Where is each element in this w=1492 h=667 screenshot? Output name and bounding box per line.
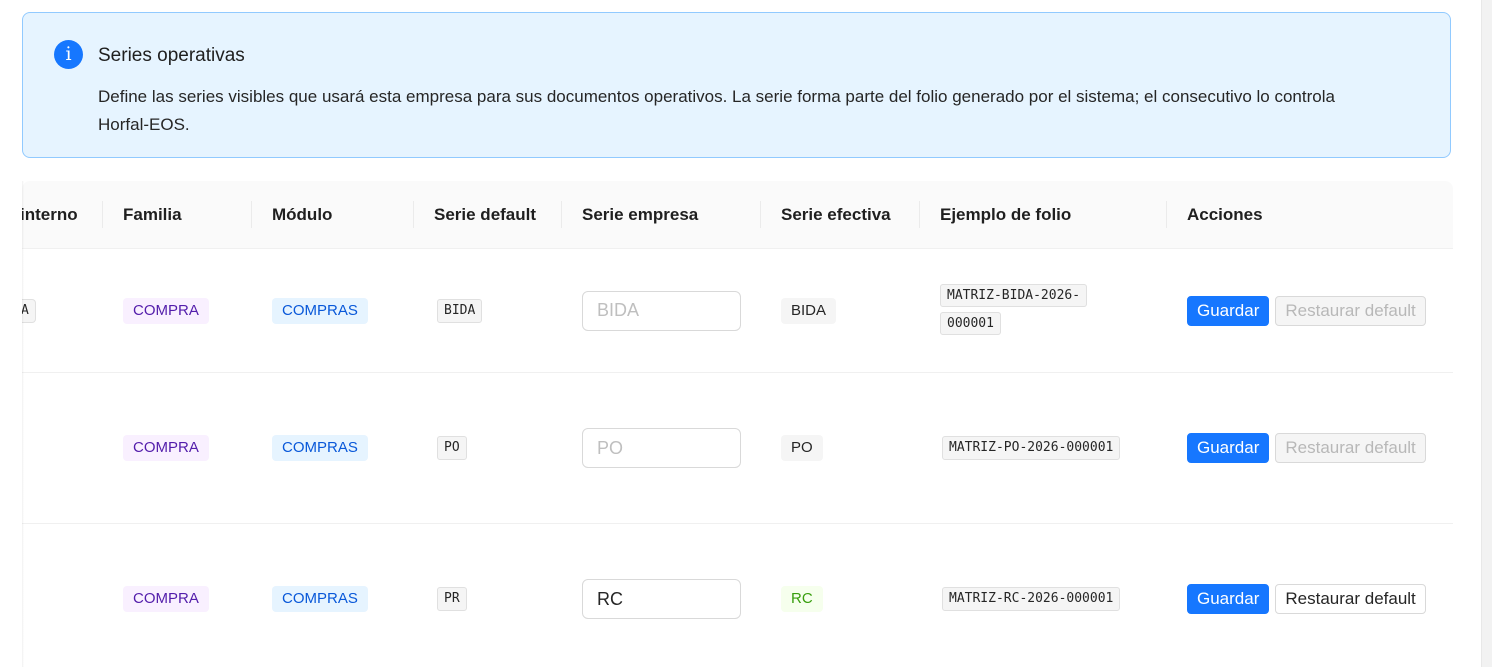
serie-efectiva-tag: RC xyxy=(781,586,823,612)
column-header-ejemplo-folio: Ejemplo de folio xyxy=(940,205,1072,224)
modulo-cell: COMPRAS xyxy=(272,297,368,324)
serie-efectiva-cell: RC xyxy=(781,586,823,612)
column-separator xyxy=(251,201,252,228)
interno-code: A xyxy=(22,298,36,323)
column-separator xyxy=(919,201,920,228)
interno-cell: A xyxy=(22,298,36,323)
serie-empresa-cell xyxy=(582,290,741,331)
serie-default-code: BIDA xyxy=(437,298,483,323)
column-separator xyxy=(1166,201,1167,228)
serie-empresa-cell xyxy=(582,428,741,468)
table-row: COMPRA COMPRAS PO PO MATRIZ-PO-2026-0000… xyxy=(22,373,1453,524)
series-table[interactable]: interno Familia Módulo Serie default Ser… xyxy=(22,181,1453,667)
guardar-button[interactable]: Guardar xyxy=(1187,433,1270,463)
table-row: COMPRA COMPRAS PR RC MATRIZ-RC-2026-0000… xyxy=(22,524,1453,667)
familia-cell: COMPRA xyxy=(123,435,209,461)
actions-cell: Guardar Restaurar default xyxy=(1187,295,1426,326)
serie-empresa-input[interactable] xyxy=(582,290,741,331)
familia-cell: COMPRA xyxy=(123,586,209,612)
serie-default-cell: BIDA xyxy=(437,298,483,323)
column-header-familia: Familia xyxy=(123,205,182,224)
actions-cell: Guardar Restaurar default xyxy=(1187,584,1426,614)
serie-default-code: PO xyxy=(437,436,467,460)
guardar-button[interactable]: Guardar xyxy=(1187,295,1270,326)
familia-tag: COMPRA xyxy=(123,297,209,324)
page: i Series operativas Define las series vi… xyxy=(0,0,1482,667)
vertical-scrollbar[interactable] xyxy=(1481,0,1492,667)
column-header-modulo: Módulo xyxy=(272,205,333,224)
serie-efectiva-cell: PO xyxy=(781,435,823,461)
guardar-button[interactable]: Guardar xyxy=(1187,584,1270,614)
modulo-tag: COMPRAS xyxy=(272,586,368,612)
serie-efectiva-cell: BIDA xyxy=(781,297,837,324)
column-header-interno: interno xyxy=(22,205,78,224)
serie-efectiva-tag: BIDA xyxy=(781,297,837,324)
serie-empresa-input[interactable] xyxy=(582,428,741,468)
folio-code: MATRIZ-BIDA-2026- 000001 xyxy=(940,284,1088,335)
modulo-tag: COMPRAS xyxy=(272,435,368,461)
table-header: interno Familia Módulo Serie default Ser… xyxy=(22,181,1453,249)
info-alert: i Series operativas Define las series vi… xyxy=(22,12,1451,158)
folio-example: MATRIZ-RC-2026-000001 xyxy=(942,587,1121,611)
familia-tag: COMPRA xyxy=(123,435,209,461)
restaurar-default-button[interactable]: Restaurar default xyxy=(1275,295,1426,326)
column-separator xyxy=(760,201,761,228)
info-icon: i xyxy=(54,40,83,69)
modulo-cell: COMPRAS xyxy=(272,435,368,461)
table-row: A COMPRA COMPRAS BIDA BIDA MATRIZ-BIDA-2… xyxy=(22,249,1453,373)
modulo-cell: COMPRAS xyxy=(272,586,368,612)
serie-efectiva-tag: PO xyxy=(781,435,823,461)
column-header-serie-efectiva: Serie efectiva xyxy=(781,205,891,224)
column-header-serie-default: Serie default xyxy=(434,205,537,224)
column-separator xyxy=(561,201,562,228)
actions-cell: Guardar Restaurar default xyxy=(1187,433,1426,463)
folio-code: MATRIZ-PO-2026-000001 xyxy=(942,436,1121,460)
folio-example: MATRIZ-PO-2026-000001 xyxy=(942,436,1121,460)
serie-default-code: PR xyxy=(437,587,467,611)
restaurar-default-button[interactable]: Restaurar default xyxy=(1275,584,1426,614)
column-separator xyxy=(413,201,414,228)
serie-empresa-cell xyxy=(582,579,741,619)
familia-cell: COMPRA xyxy=(123,297,209,324)
serie-empresa-input[interactable] xyxy=(582,579,741,619)
alert-description: Define las series visibles que usará est… xyxy=(98,87,1335,134)
alert-title: Series operativas xyxy=(98,45,245,66)
column-header-acciones: Acciones xyxy=(1187,205,1263,224)
familia-tag: COMPRA xyxy=(123,586,209,612)
folio-code: MATRIZ-RC-2026-000001 xyxy=(942,587,1121,611)
restaurar-default-button[interactable]: Restaurar default xyxy=(1275,433,1426,463)
serie-default-cell: PR xyxy=(437,587,467,611)
folio-example: MATRIZ-BIDA-2026- 000001 xyxy=(940,282,1100,338)
column-header-serie-empresa: Serie empresa xyxy=(582,205,699,224)
modulo-tag: COMPRAS xyxy=(272,297,368,324)
serie-default-cell: PO xyxy=(437,436,467,460)
column-separator xyxy=(102,201,103,228)
